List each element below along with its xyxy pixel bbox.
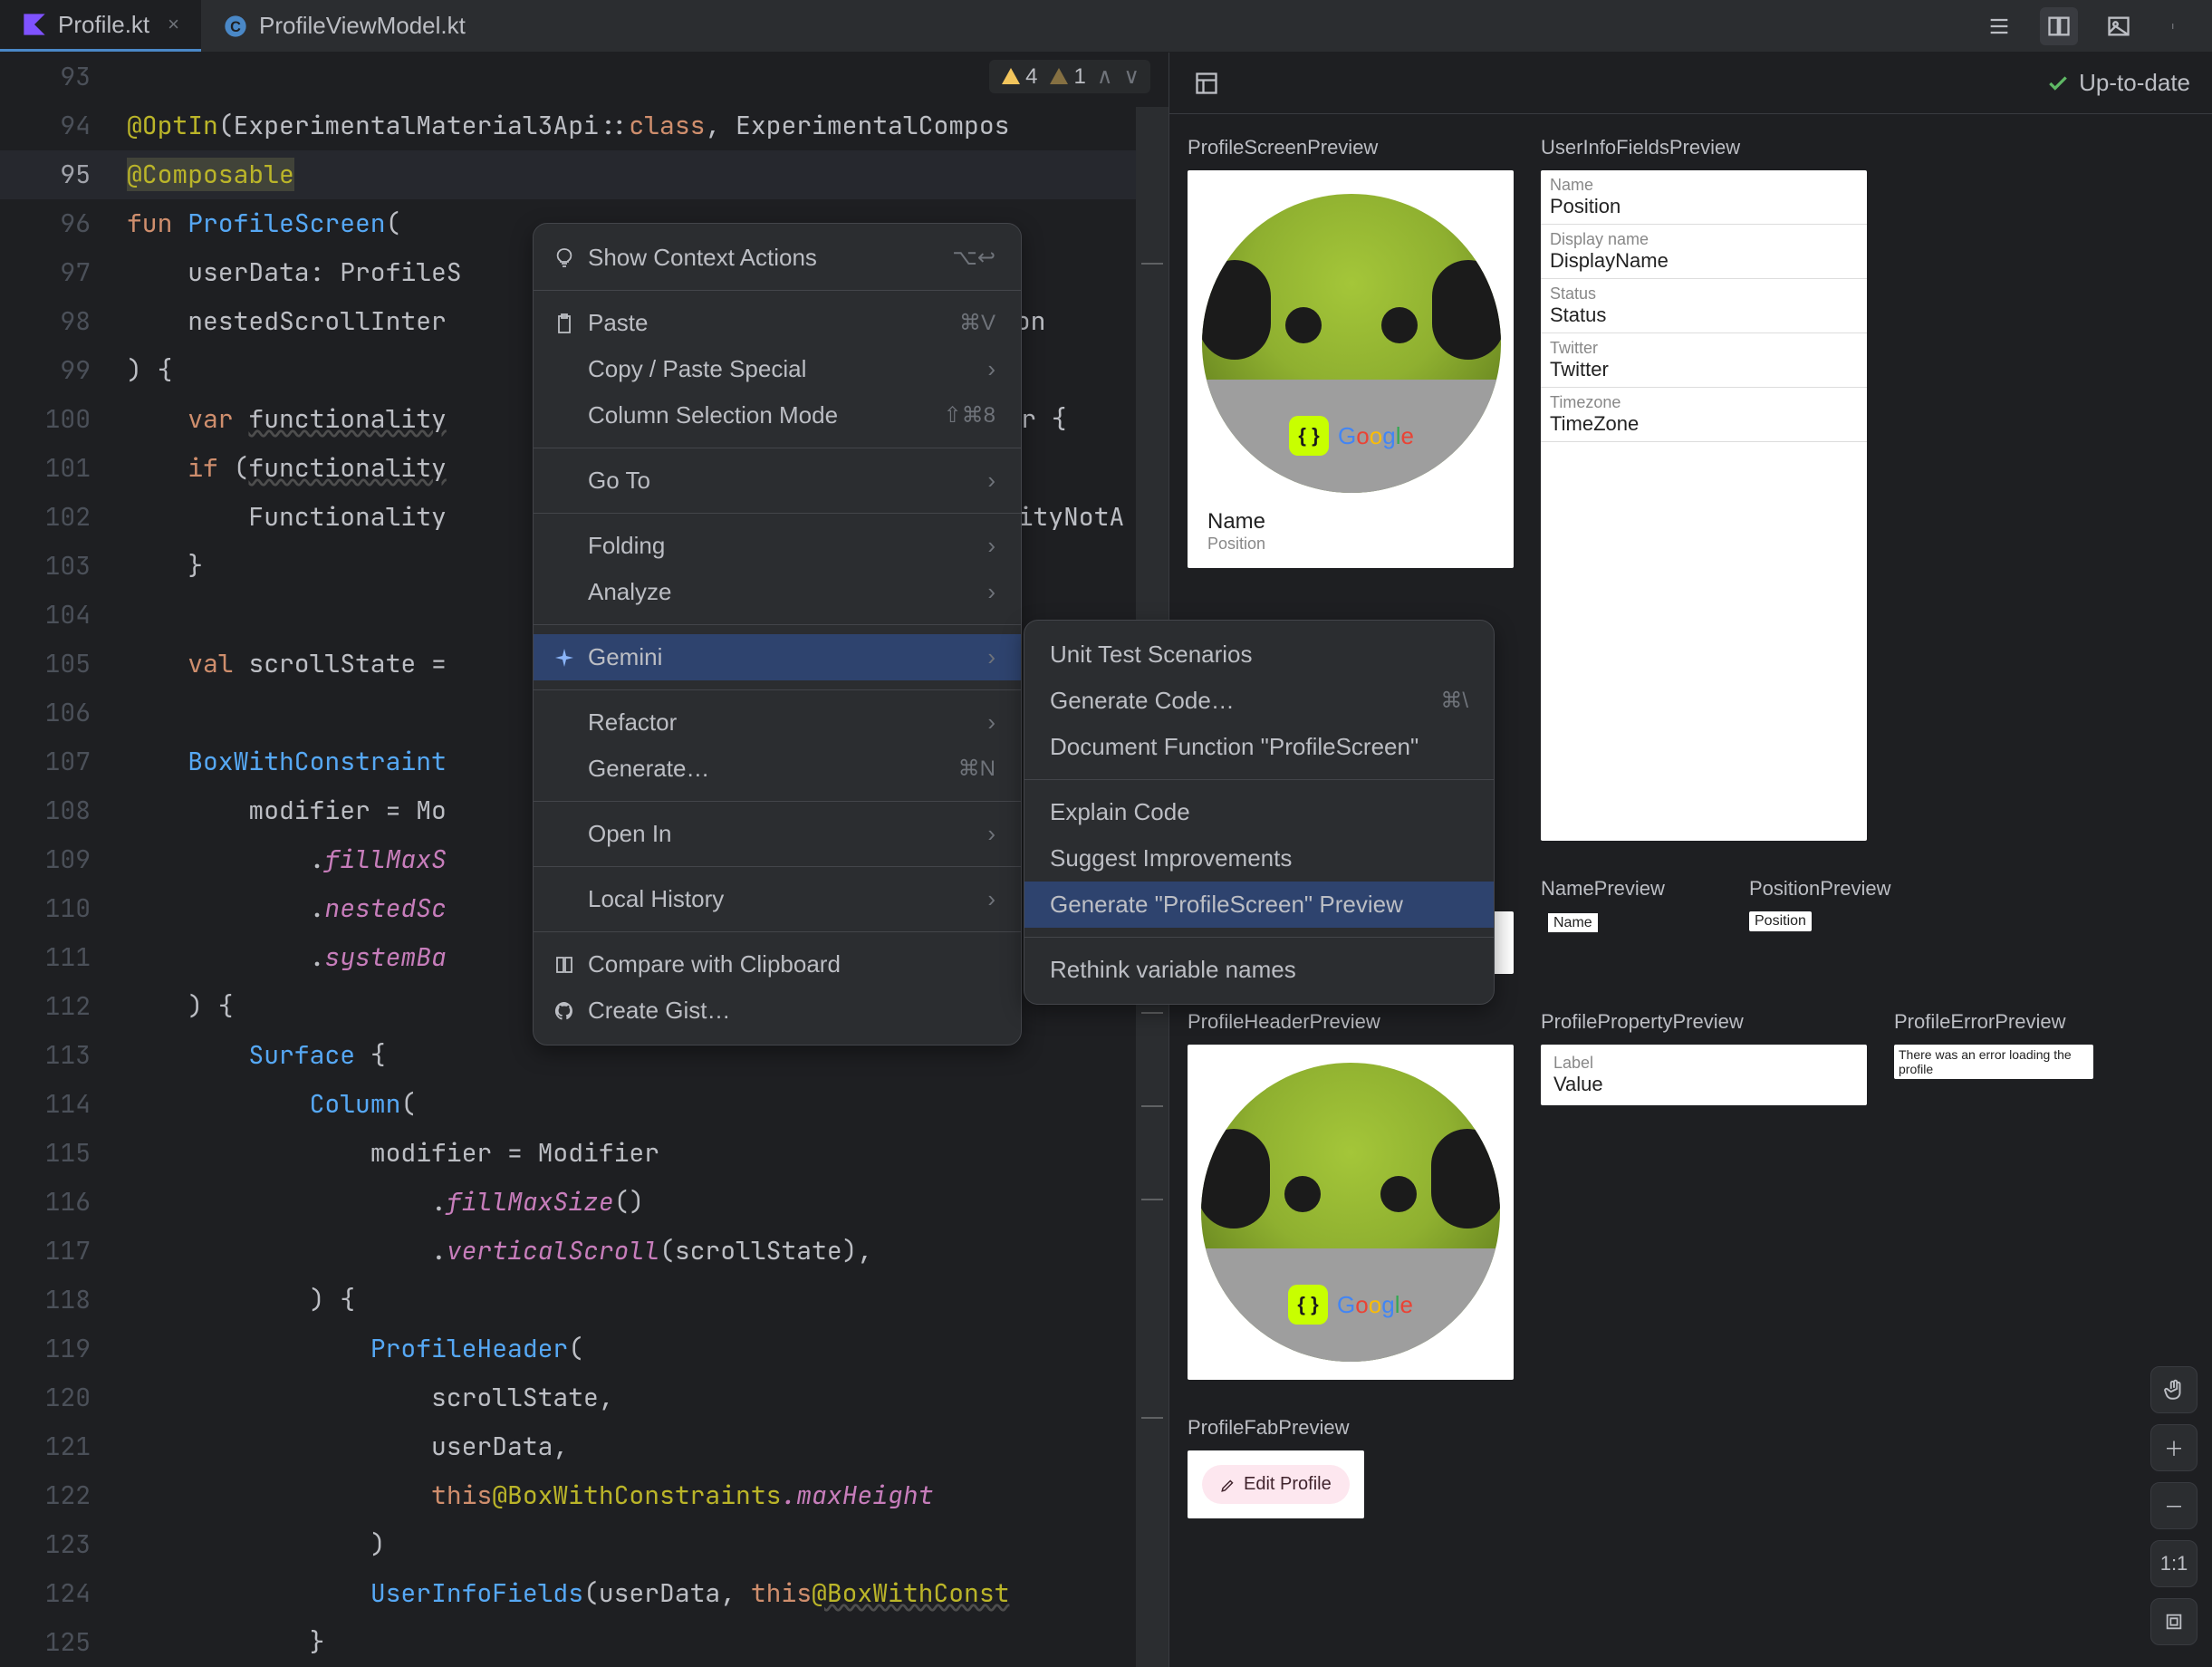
split-icon[interactable] — [2040, 7, 2078, 45]
menu-item[interactable]: Folding› — [534, 523, 1021, 569]
weak-warning-count: 1 — [1073, 64, 1085, 90]
menu-item[interactable]: Analyze› — [534, 569, 1021, 615]
line-number: 93 — [0, 53, 127, 101]
fit-screen-icon[interactable] — [2150, 1598, 2198, 1645]
kotlin-class-icon: C — [223, 14, 248, 39]
menu-item[interactable]: Paste⌘V — [534, 300, 1021, 346]
image-icon[interactable] — [2103, 11, 2134, 42]
preview-label: ProfileFabPreview — [1188, 1416, 1514, 1440]
submenu-item[interactable]: Document Function "ProfileScreen" — [1024, 724, 1494, 770]
preview-status: Up-to-date — [2046, 69, 2190, 97]
zoom-in-icon[interactable]: ＋ — [2150, 1424, 2198, 1471]
avatar-icon: { }Google — [1202, 194, 1501, 493]
submenu-item[interactable]: Rethink variable names — [1024, 947, 1494, 993]
preview-label: ProfileErrorPreview — [1894, 1010, 2093, 1034]
tab-bar: Profile.kt × C ProfileViewModel.kt — [0, 0, 2212, 53]
bulb-icon — [552, 246, 577, 271]
tab-label: Profile.kt — [58, 11, 149, 39]
submenu-item[interactable]: Generate Code…⌘\ — [1024, 678, 1494, 724]
menu-item[interactable]: Copy / Paste Special› — [534, 346, 1021, 392]
preview-position: Position — [1207, 535, 1494, 554]
menu-item[interactable]: Open In› — [534, 811, 1021, 857]
paste-icon — [552, 311, 577, 336]
layout-icon[interactable] — [1191, 68, 1222, 99]
submenu-item[interactable]: Generate "ProfileScreen" Preview — [1024, 882, 1494, 928]
tab-label: ProfileViewModel.kt — [259, 12, 466, 40]
menu-item[interactable]: Show Context Actions⌥↩ — [534, 235, 1021, 281]
menu-item[interactable]: Gemini› — [534, 634, 1021, 680]
menu-item[interactable]: Go To› — [534, 458, 1021, 504]
close-icon[interactable]: × — [168, 13, 179, 36]
next-highlight-icon[interactable]: ∨ — [1123, 63, 1140, 90]
menu-item[interactable]: Compare with Clipboard — [534, 941, 1021, 988]
tab-profile-kt[interactable]: Profile.kt × — [0, 0, 201, 52]
prev-highlight-icon[interactable]: ∧ — [1097, 63, 1113, 90]
compare-icon — [552, 952, 577, 978]
menu-item[interactable]: Refactor› — [534, 699, 1021, 746]
list-icon[interactable] — [1984, 11, 2015, 42]
kotlin-file-icon — [22, 12, 47, 37]
preview-name: Name — [1207, 509, 1494, 535]
menu-item[interactable]: Create Gist… — [534, 988, 1021, 1034]
menu-item[interactable]: Local History› — [534, 876, 1021, 922]
submenu-item[interactable]: Suggest Improvements — [1024, 835, 1494, 882]
menu-item[interactable]: Column Selection Mode⇧⌘8 — [534, 392, 1021, 438]
github-icon — [552, 998, 577, 1024]
pan-icon[interactable] — [2150, 1366, 2198, 1413]
inspection-indicators[interactable]: 4 1 ∧ ∨ — [989, 60, 1150, 93]
svg-text:C: C — [230, 18, 241, 34]
warning-count: 4 — [1025, 64, 1037, 90]
preview-label: ProfileHeaderPreview — [1188, 1010, 1514, 1034]
context-menu: Show Context Actions⌥↩ Paste⌘VCopy / Past… — [533, 223, 1022, 1045]
preview-label: PositionPreview — [1749, 877, 1930, 901]
submenu-item[interactable]: Explain Code — [1024, 789, 1494, 835]
preview-label: ProfileScreenPreview — [1188, 136, 1514, 159]
zoom-out-icon[interactable]: － — [2150, 1482, 2198, 1529]
preview-label: ProfilePropertyPreview — [1541, 1010, 1867, 1034]
editor-area[interactable]: 4 1 ∧ ∨ 93 94@OptIn(ExperimentalMaterial… — [0, 53, 1169, 1667]
tab-profile-viewmodel-kt[interactable]: C ProfileViewModel.kt — [201, 0, 487, 52]
menu-item[interactable]: Generate…⌘N — [534, 746, 1021, 792]
preview-label: NamePreview — [1541, 877, 1722, 901]
gemini-icon — [552, 645, 577, 670]
gemini-submenu: Unit Test ScenariosGenerate Code…⌘\Docum… — [1024, 620, 1495, 1005]
submenu-item[interactable]: Unit Test Scenarios — [1024, 631, 1494, 678]
preview-label: UserInfoFieldsPreview — [1541, 136, 1867, 159]
avatar-icon: { }Google — [1201, 1063, 1500, 1362]
zoom-fit-icon[interactable]: 1:1 — [2150, 1540, 2198, 1587]
edit-profile-button[interactable]: Edit Profile — [1202, 1465, 1350, 1504]
more-icon[interactable] — [2159, 11, 2190, 42]
